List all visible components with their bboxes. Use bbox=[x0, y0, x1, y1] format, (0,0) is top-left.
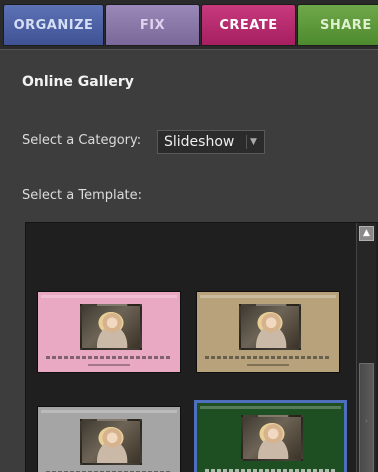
panel-title: Online Gallery bbox=[22, 74, 134, 90]
chevron-down-icon: ▼ bbox=[246, 135, 260, 149]
template-thumbnail-pink[interactable] bbox=[37, 291, 181, 373]
template-thumbnail-green-selected[interactable] bbox=[194, 400, 347, 472]
tab-create[interactable]: CREATE bbox=[201, 4, 296, 46]
thumbnail-photo bbox=[80, 304, 142, 350]
thumbnail-photo bbox=[239, 304, 301, 350]
tab-share[interactable]: SHARE bbox=[297, 4, 378, 46]
thumbnail-header-bar bbox=[41, 295, 177, 298]
create-panel: Online Gallery Select a Category: Slides… bbox=[0, 49, 378, 472]
template-label: Select a Template: bbox=[22, 188, 143, 203]
thumbnail-controls bbox=[88, 364, 130, 366]
vertical-scrollbar[interactable]: ▲ › bbox=[356, 223, 376, 472]
thumbnail-photo bbox=[80, 419, 142, 465]
category-select[interactable]: Slideshow ▼ bbox=[157, 130, 265, 154]
template-browser: ▲ › bbox=[25, 222, 378, 472]
template-grid bbox=[26, 223, 352, 472]
tab-organize[interactable]: ORGANIZE bbox=[3, 4, 104, 46]
category-select-value: Slideshow bbox=[164, 134, 235, 150]
template-thumbnail-gray[interactable] bbox=[37, 406, 181, 472]
arrow-up-icon[interactable]: ▲ bbox=[359, 226, 374, 241]
scrollbar-thumb[interactable]: › bbox=[359, 363, 374, 472]
tab-bar: ORGANIZE FIX CREATE SHARE bbox=[0, 0, 378, 49]
thumbnail-header-bar bbox=[200, 406, 341, 409]
category-label: Select a Category: bbox=[22, 133, 142, 148]
thumbnail-controls bbox=[247, 364, 289, 366]
template-thumbnail-tan[interactable] bbox=[196, 291, 340, 373]
thumbnail-photo bbox=[241, 415, 303, 461]
thumbnail-caption bbox=[46, 356, 172, 359]
tab-fix[interactable]: FIX bbox=[105, 4, 200, 46]
thumbnail-caption bbox=[205, 356, 331, 359]
thumbnail-header-bar bbox=[200, 295, 336, 298]
thumbnail-header-bar bbox=[41, 410, 177, 413]
grip-icon: › bbox=[365, 417, 368, 425]
